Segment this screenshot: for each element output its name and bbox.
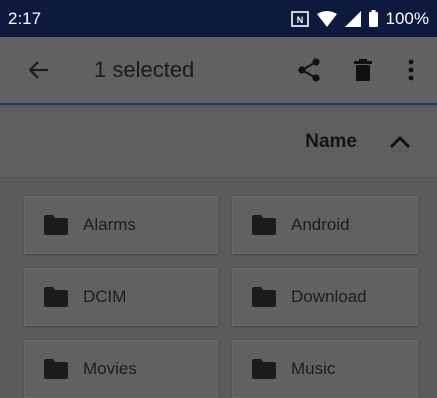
status-bar: 2:17 N 100% [0, 0, 437, 37]
sort-header: Name [0, 107, 437, 178]
folder-item-dcim[interactable]: DCIM [24, 268, 218, 326]
folder-name: Alarms [83, 215, 136, 234]
folder-icon [44, 215, 68, 235]
back-arrow-icon[interactable] [20, 51, 58, 89]
folder-name: Android [291, 215, 350, 234]
folder-icon [252, 287, 276, 307]
svg-text:N: N [296, 15, 303, 25]
folder-item-alarms[interactable]: Alarms [24, 196, 218, 254]
folder-icon [44, 287, 68, 307]
more-vert-icon[interactable] [391, 50, 431, 90]
share-icon[interactable] [289, 50, 329, 90]
selection-count-title: 1 selected [94, 57, 195, 82]
folder-item-movies[interactable]: Movies [24, 340, 218, 398]
folder-name: Movies [83, 359, 137, 378]
folder-icon [44, 359, 68, 379]
delete-icon[interactable] [343, 50, 383, 90]
status-time: 2:17 [8, 8, 42, 28]
chevron-up-icon[interactable] [385, 127, 415, 157]
battery-percent: 100% [385, 8, 429, 28]
folder-icon [252, 359, 276, 379]
selection-toolbar: 1 selected [0, 37, 437, 105]
folder-item-download[interactable]: Download [232, 268, 418, 326]
wifi-icon [316, 10, 337, 27]
battery-icon [368, 10, 378, 27]
signal-icon [344, 10, 361, 27]
folder-grid: Alarms Android DCIM Download Movies Musi… [24, 196, 419, 398]
folder-name: DCIM [83, 287, 127, 306]
sort-by-name-button[interactable]: Name [305, 131, 357, 153]
nfc-icon: N [290, 10, 309, 27]
folder-name: Download [291, 287, 367, 306]
folder-item-music[interactable]: Music [232, 340, 418, 398]
folder-item-android[interactable]: Android [232, 196, 418, 254]
folder-name: Music [291, 359, 336, 378]
status-icons: N 100% [290, 8, 429, 29]
folder-icon [252, 215, 276, 235]
